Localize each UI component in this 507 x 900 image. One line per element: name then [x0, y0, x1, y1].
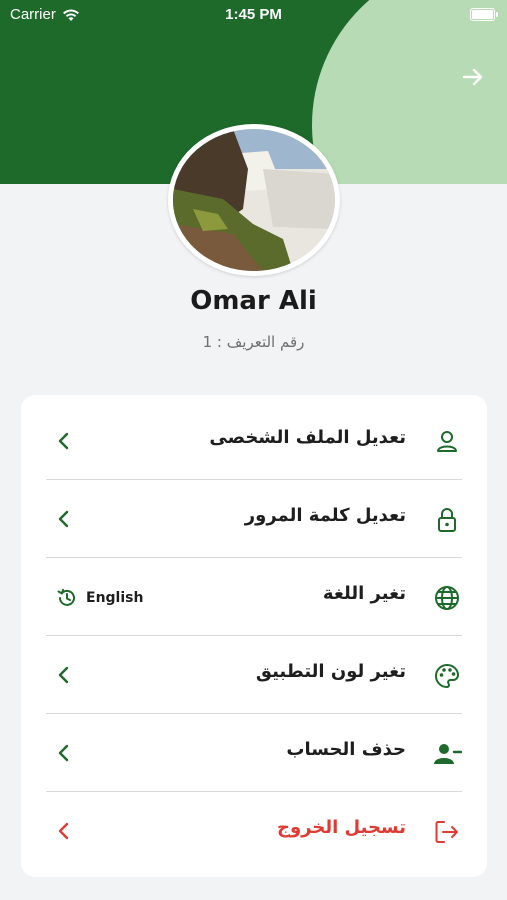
settings-card: تعديل الملف الشخصى تعديل كلمة المرور Eng… — [21, 395, 487, 877]
menu-item-label: تغير اللغة — [322, 583, 406, 604]
logout-icon — [435, 821, 458, 843]
avatar-photo — [173, 129, 335, 271]
menu-item-label: تعديل الملف الشخصى — [209, 427, 406, 448]
divider — [46, 479, 462, 480]
chevron-left-icon — [58, 822, 69, 840]
language-value: English — [56, 587, 143, 609]
avatar[interactable] — [168, 124, 340, 276]
palette-icon — [435, 663, 460, 689]
person-remove-icon — [434, 744, 462, 764]
menu-item-label: تعديل كلمة المرور — [244, 505, 406, 526]
chevron-left-icon — [58, 432, 69, 450]
history-icon — [57, 588, 75, 606]
profile-name: Omar Ali — [190, 286, 317, 316]
menu-item-delete-account[interactable]: حذف الحساب — [46, 715, 462, 793]
divider — [46, 635, 462, 636]
chevron-left-icon — [58, 510, 69, 528]
arrow-right-icon[interactable] — [460, 64, 486, 90]
status-bar: Carrier 1:45 PM — [0, 0, 507, 30]
divider — [46, 557, 462, 558]
divider — [46, 713, 462, 714]
menu-item-label: تسجيل الخروج — [277, 817, 406, 838]
language-value-label: English — [86, 590, 144, 606]
divider — [46, 791, 462, 792]
globe-icon — [435, 586, 459, 610]
menu-item-label: حذف الحساب — [286, 739, 406, 760]
chevron-left-icon — [58, 744, 69, 762]
status-time: 1:45 PM — [225, 6, 282, 23]
menu-item-edit-profile[interactable]: تعديل الملف الشخصى — [46, 403, 462, 481]
battery-icon — [470, 8, 498, 21]
chevron-left-icon — [58, 666, 69, 684]
menu-item-app-color[interactable]: تغير لون التطبيق — [46, 637, 462, 715]
menu-item-label: تغير لون التطبيق — [255, 661, 406, 682]
profile-id: رقم التعريف : 1 — [202, 333, 305, 351]
person-icon — [437, 431, 457, 452]
lock-icon — [438, 508, 456, 532]
menu-item-logout[interactable]: تسجيل الخروج — [46, 793, 462, 871]
menu-item-change-language[interactable]: English تغير اللغة — [46, 559, 462, 637]
menu-item-change-password[interactable]: تعديل كلمة المرور — [46, 481, 462, 559]
